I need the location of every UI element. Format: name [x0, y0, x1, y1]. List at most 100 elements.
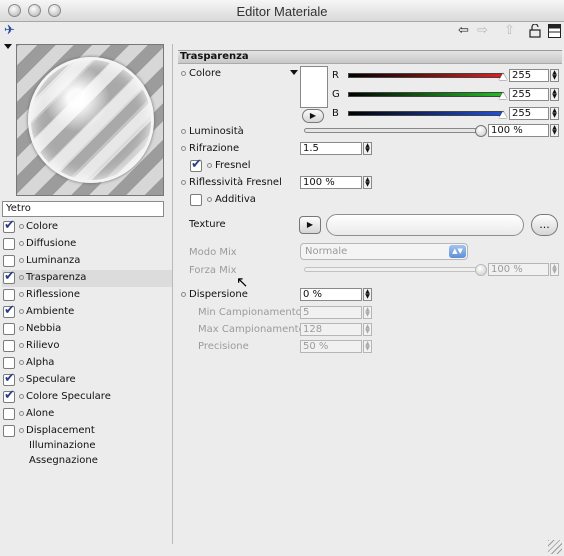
checkbox-box[interactable] — [190, 194, 202, 206]
green-value-input[interactable]: 255 — [509, 88, 549, 101]
blue-label: B — [332, 108, 339, 119]
panel-layout-icon[interactable] — [548, 24, 561, 42]
channel-checkbox[interactable] — [3, 425, 15, 437]
refraction-label: Rifrazione — [189, 143, 240, 154]
channel-item[interactable]: Speculare — [2, 371, 172, 389]
refraction-input[interactable]: 1.5 — [300, 142, 362, 155]
fresnel-checkbox[interactable] — [190, 157, 204, 174]
fresnel-reflectivity-input[interactable]: 100 % — [300, 176, 362, 189]
red-slider-marker[interactable] — [499, 73, 507, 80]
channel-item[interactable]: Nebbia — [2, 321, 172, 338]
material-name-input[interactable]: Yetro — [2, 201, 164, 217]
animation-bullet-icon[interactable] — [19, 428, 24, 433]
color-picker-button[interactable]: ▶ — [302, 109, 324, 123]
animation-bullet-icon[interactable] — [19, 292, 24, 297]
animation-bullet-icon[interactable] — [19, 258, 24, 263]
channel-item[interactable]: Colore Speculare — [2, 388, 172, 406]
luminosity-slider-knob[interactable] — [475, 125, 487, 137]
channel-item[interactable]: Diffusione — [2, 236, 172, 253]
channel-checkbox[interactable] — [3, 255, 15, 267]
animation-bullet-icon[interactable] — [19, 377, 24, 382]
title-bar[interactable]: Editor Materiale — [0, 0, 564, 22]
luminosity-slider[interactable] — [304, 128, 484, 133]
channel-item[interactable]: Alone — [2, 406, 172, 423]
resize-grip-icon[interactable] — [548, 540, 562, 554]
channel-item[interactable]: Colore — [2, 218, 172, 236]
channel-item[interactable]: Alpha — [2, 355, 172, 372]
preview-menu-arrow-icon[interactable] — [4, 44, 12, 49]
animation-bullet-icon[interactable] — [207, 197, 212, 202]
animation-bullet-icon[interactable] — [181, 180, 186, 185]
green-stepper[interactable]: ▲ ▼ — [550, 88, 559, 101]
dispersion-input[interactable]: 0 % — [300, 288, 362, 301]
channel-label: Riflessione — [26, 289, 80, 300]
channel-checkbox[interactable] — [3, 408, 15, 420]
color-menu-arrow-icon[interactable] — [290, 70, 298, 75]
animation-bullet-icon[interactable] — [181, 71, 186, 76]
refraction-stepper[interactable]: ▲ ▼ — [363, 142, 372, 155]
channel-item[interactable]: Luminanza — [2, 253, 172, 270]
texture-browse-button[interactable]: ... — [531, 214, 558, 236]
channel-label: Colore — [26, 221, 59, 232]
extra-tab-item[interactable]: Assegnazione — [29, 455, 98, 466]
window-title: Editor Materiale — [236, 4, 328, 19]
animation-bullet-icon[interactable] — [19, 360, 24, 365]
animation-bullet-icon[interactable] — [19, 309, 24, 314]
channel-checkbox[interactable] — [3, 218, 15, 233]
pin-icon[interactable]: ✈ — [4, 24, 15, 38]
blue-slider[interactable] — [348, 111, 504, 116]
animation-bullet-icon[interactable] — [19, 241, 24, 246]
channel-checkbox[interactable] — [3, 303, 15, 318]
animation-bullet-icon[interactable] — [207, 163, 212, 168]
channel-checkbox[interactable] — [3, 357, 15, 369]
animation-bullet-icon[interactable] — [181, 146, 186, 151]
channel-checkbox[interactable] — [3, 371, 15, 386]
channel-item[interactable]: Riflessione — [2, 287, 172, 304]
channel-checkbox[interactable] — [3, 269, 15, 284]
animation-bullet-icon[interactable] — [19, 343, 24, 348]
texture-field[interactable] — [326, 214, 524, 236]
animation-bullet-icon[interactable] — [19, 411, 24, 416]
animation-bullet-icon[interactable] — [19, 275, 24, 280]
blue-value-input[interactable]: 255 — [509, 107, 549, 120]
checkbox-box[interactable] — [190, 157, 202, 172]
arrow-left-icon[interactable]: ⇦ — [458, 24, 469, 38]
red-value-input[interactable]: 255 — [509, 69, 549, 82]
dispersion-stepper[interactable]: ▲ ▼ — [363, 288, 372, 301]
blue-slider-marker[interactable] — [499, 111, 507, 118]
channel-checkbox[interactable] — [3, 340, 15, 352]
luminosity-input[interactable]: 100 % — [488, 124, 549, 137]
channel-item[interactable]: Displacement — [2, 423, 172, 440]
animation-bullet-icon[interactable] — [181, 129, 186, 134]
channel-checkbox[interactable] — [3, 323, 15, 335]
panel-divider[interactable] — [172, 44, 173, 544]
texture-menu-button[interactable]: ▶ — [299, 216, 321, 234]
animation-bullet-icon[interactable] — [19, 224, 24, 229]
blue-stepper[interactable]: ▲ ▼ — [550, 107, 559, 120]
lock-open-icon[interactable] — [529, 23, 541, 42]
green-slider[interactable] — [348, 92, 504, 97]
channel-checkbox[interactable] — [3, 289, 15, 301]
channel-checkbox[interactable] — [3, 388, 15, 403]
luminosity-stepper[interactable]: ▲ ▼ — [550, 124, 559, 137]
channel-label: Displacement — [26, 425, 95, 436]
animation-bullet-icon[interactable] — [19, 394, 24, 399]
green-slider-marker[interactable] — [499, 92, 507, 99]
channel-checkbox[interactable] — [3, 238, 15, 250]
animation-bullet-icon[interactable] — [181, 292, 186, 297]
channel-item[interactable]: Trasparenza — [2, 269, 172, 287]
red-slider[interactable] — [348, 73, 504, 78]
red-stepper[interactable]: ▲ ▼ — [550, 69, 559, 82]
mouse-cursor-icon: ↖ — [236, 273, 249, 291]
mix-strength-label: Forza Mix — [189, 265, 237, 276]
max-sampling-label: Max Campionamento — [198, 324, 305, 335]
channel-item[interactable]: Ambiente — [2, 303, 172, 321]
extra-tab-item[interactable]: Illuminazione — [29, 440, 95, 451]
additive-checkbox[interactable] — [190, 192, 204, 208]
color-swatch[interactable] — [300, 66, 328, 108]
toolbar: ✈ ⇦ ⇨ ⇧ — [0, 22, 564, 42]
max-sampling-stepper: ▲ ▼ — [363, 323, 372, 336]
animation-bullet-icon[interactable] — [19, 326, 24, 331]
fresnel-reflectivity-stepper[interactable]: ▲ ▼ — [363, 176, 372, 189]
channel-item[interactable]: Rilievo — [2, 338, 172, 355]
